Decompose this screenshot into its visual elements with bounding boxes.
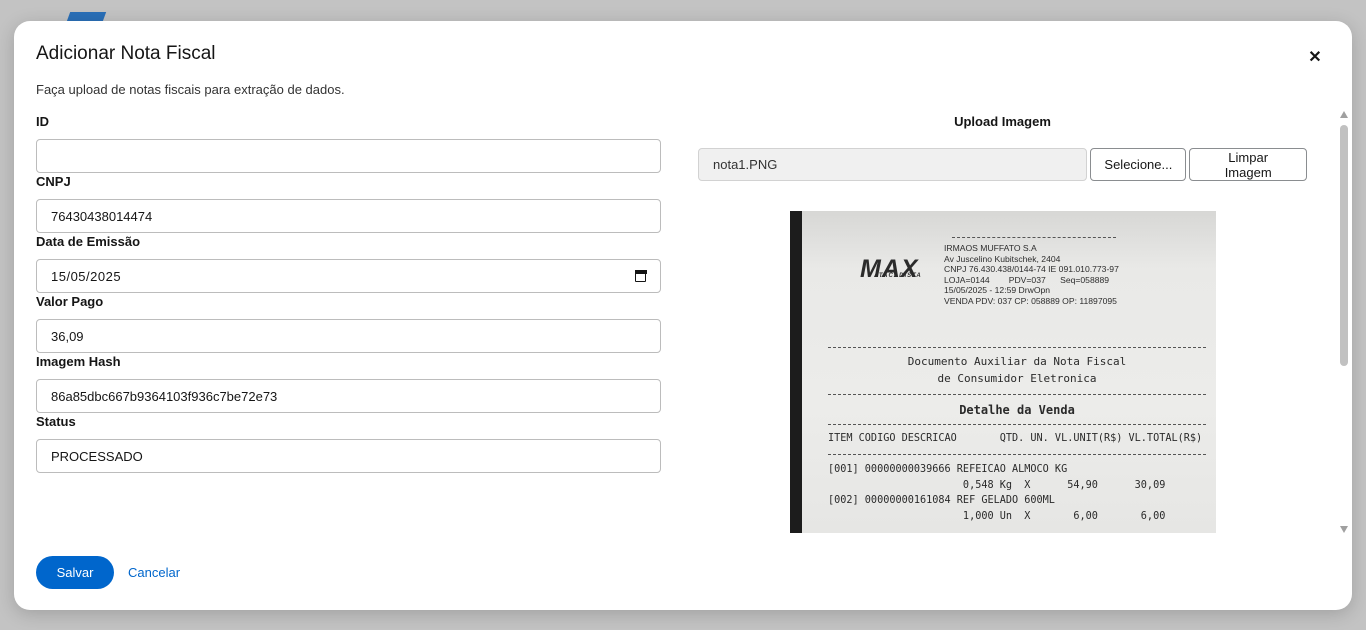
store-line: Av Juscelino Kubitschek, 2404 bbox=[944, 253, 1061, 264]
scroll-thumb[interactable] bbox=[1340, 125, 1348, 366]
scroll-down-arrow-icon[interactable] bbox=[1340, 526, 1348, 533]
receipt-logo-sub: ATACADISTA bbox=[874, 273, 922, 279]
upload-title: Upload Imagem bbox=[954, 114, 1051, 129]
close-icon[interactable]: ✕ bbox=[1306, 49, 1324, 67]
cnpj-label: CNPJ bbox=[36, 174, 71, 189]
receipt-divider bbox=[828, 424, 1206, 425]
receipt-item-line: [001] 00000000039666 REFEICAO ALMOCO KG bbox=[828, 464, 1068, 475]
field-amount-paid: Valor Pago 36,09 bbox=[36, 294, 661, 354]
calendar-icon[interactable] bbox=[634, 270, 647, 282]
status-value: PROCESSADO bbox=[51, 448, 143, 464]
modal-title: Adicionar Nota Fiscal bbox=[36, 43, 216, 64]
add-invoice-modal: Adicionar Nota Fiscal ✕ Faça upload de n… bbox=[14, 21, 1352, 610]
cnpj-value: 76430438014474 bbox=[51, 208, 153, 224]
receipt-store-info: IRMAOS MUFFATO S.A Av Juscelino Kubitsch… bbox=[944, 243, 1119, 307]
image-preview: MAX ATACADISTA IRMAOS MUFFATO S.A Av Jus… bbox=[790, 211, 1216, 533]
image-hash-input[interactable]: 86a85dbc667b9364103f936c7be72e73 bbox=[36, 379, 661, 413]
store-line: CNPJ 76.430.438/0144-74 IE 091.010.773-9… bbox=[944, 264, 1119, 275]
amount-paid-value: 36,09 bbox=[51, 328, 84, 344]
clear-image-button[interactable]: Limpar Imagem bbox=[1189, 148, 1307, 181]
issue-date-value: 15/05/2025 bbox=[51, 268, 122, 284]
id-input[interactable] bbox=[36, 139, 661, 173]
receipt-item-line: 0,548 Kg X 54,90 30,09 bbox=[828, 480, 1166, 491]
receipt-item-line: [002] 00000000161084 REF GELADO 600ML bbox=[828, 495, 1055, 506]
upload-row: nota1.PNG Selecione... Limpar Imagem bbox=[698, 148, 1307, 181]
store-line: IRMAOS MUFFATO S.A bbox=[944, 243, 1037, 253]
receipt-divider bbox=[828, 394, 1206, 395]
receipt-doc-subtitle: de Consumidor Eletronica bbox=[937, 372, 1097, 385]
field-id: ID bbox=[36, 114, 661, 174]
store-line: 15/05/2025 - 12:59 DrwOpn bbox=[944, 285, 1051, 296]
receipt-divider bbox=[828, 347, 1206, 348]
invoice-form: ID CNPJ 76430438014474 Data de Emissão 1… bbox=[36, 114, 661, 474]
store-line: LOJA=0144 PDV=037 Seq=058889 bbox=[944, 274, 1110, 285]
field-issue-date: Data de Emissão 15/05/2025 bbox=[36, 234, 661, 294]
receipt-header: ITEM CODIGO DESCRICAO QTD. UN. VL.UNIT(R… bbox=[828, 433, 1203, 444]
field-status: Status PROCESSADO bbox=[36, 414, 661, 474]
receipt-divider bbox=[952, 237, 1116, 238]
receipt-item-line: 1,000 Un X 6,00 6,00 bbox=[828, 511, 1166, 522]
amount-paid-input[interactable]: 36,09 bbox=[36, 319, 661, 353]
id-label: ID bbox=[36, 114, 49, 129]
store-line: VENDA PDV: 037 CP: 058889 OP: 11897095 bbox=[944, 295, 1117, 306]
upload-panel: Upload Imagem nota1.PNG Selecione... Lim… bbox=[698, 114, 1307, 533]
receipt-logo: MAX bbox=[860, 255, 919, 283]
issue-date-label: Data de Emissão bbox=[36, 234, 141, 249]
amount-paid-label: Valor Pago bbox=[36, 294, 104, 309]
file-name-field: nota1.PNG bbox=[698, 148, 1088, 181]
issue-date-input[interactable]: 15/05/2025 bbox=[36, 259, 661, 293]
status-label: Status bbox=[36, 414, 76, 429]
receipt-image: MAX ATACADISTA IRMAOS MUFFATO S.A Av Jus… bbox=[802, 211, 1216, 533]
select-file-button[interactable]: Selecione... bbox=[1090, 148, 1187, 181]
scrollbar[interactable] bbox=[1339, 111, 1349, 533]
field-cnpj: CNPJ 76430438014474 bbox=[36, 174, 661, 234]
receipt-doc-title: Documento Auxiliar da Nota Fiscal bbox=[907, 355, 1127, 368]
receipt-divider bbox=[828, 454, 1206, 455]
image-hash-value: 86a85dbc667b9364103f936c7be72e73 bbox=[51, 388, 278, 404]
modal-description: Faça upload de notas fiscais para extraç… bbox=[36, 82, 345, 97]
image-hash-label: Imagem Hash bbox=[36, 354, 121, 369]
scroll-up-arrow-icon[interactable] bbox=[1340, 111, 1348, 118]
status-input[interactable]: PROCESSADO bbox=[36, 439, 661, 473]
field-image-hash: Imagem Hash 86a85dbc667b9364103f936c7be7… bbox=[36, 354, 661, 414]
cancel-button[interactable]: Cancelar bbox=[128, 556, 180, 589]
receipt-section: Detalhe da Venda bbox=[959, 403, 1075, 417]
cnpj-input[interactable]: 76430438014474 bbox=[36, 199, 661, 233]
save-button[interactable]: Salvar bbox=[36, 556, 114, 589]
